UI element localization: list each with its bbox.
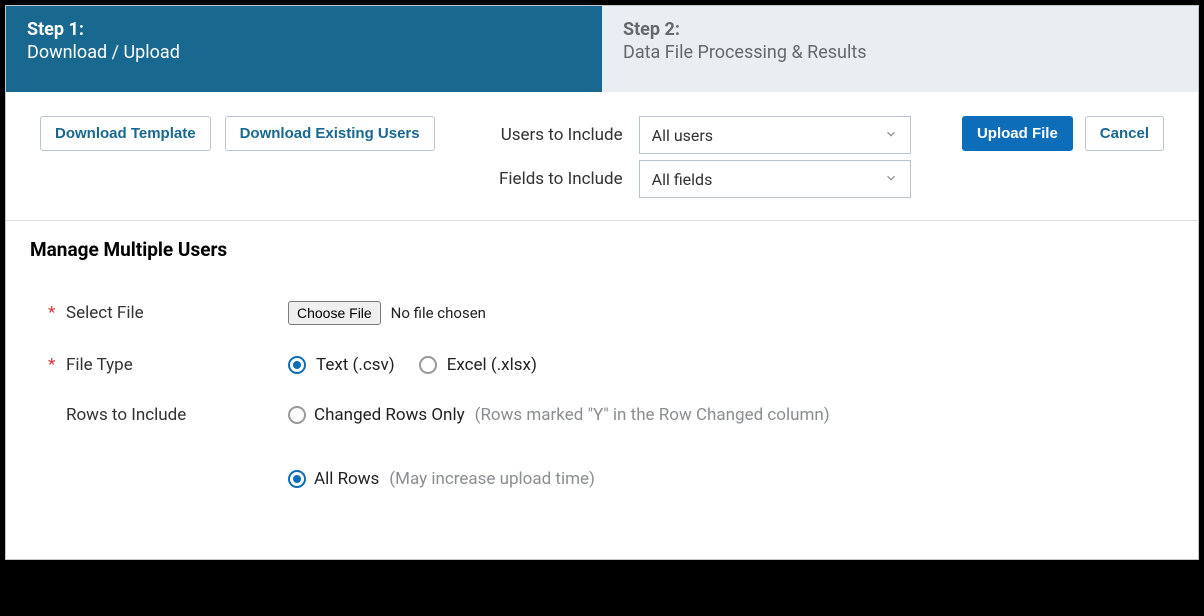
rows-to-include-label-text: Rows to Include	[66, 405, 186, 425]
file-status-text: No file chosen	[391, 304, 486, 322]
upload-file-button[interactable]: Upload File	[962, 116, 1073, 151]
file-input-wrap: Choose File No file chosen	[288, 301, 486, 325]
chevron-down-icon	[884, 170, 898, 189]
rows-to-include-label: Rows to Include	[48, 405, 288, 425]
main-container: Step 1: Download / Upload Step 2: Data F…	[5, 5, 1199, 560]
users-to-include-select[interactable]: All users	[639, 116, 911, 154]
file-type-xlsx-radio[interactable]	[419, 356, 437, 374]
rows-radio-group: Changed Rows Only (Rows marked "Y" in th…	[288, 405, 830, 533]
file-type-csv-radio[interactable]	[288, 356, 306, 374]
users-to-include-label: Users to Include	[483, 125, 623, 145]
section-title: Manage Multiple Users	[6, 221, 1198, 261]
rows-all-hint: (May increase upload time)	[389, 469, 595, 489]
file-type-label-text: File Type	[66, 355, 133, 375]
fields-to-include-row: Fields to Include All fields	[483, 160, 911, 198]
select-file-row: * Select File Choose File No file chosen	[48, 301, 1156, 325]
form: * Select File Choose File No file chosen…	[6, 261, 1198, 543]
chevron-down-icon	[884, 126, 898, 145]
file-type-row: * File Type Text (.csv) Excel (.xlsx)	[48, 355, 1156, 375]
toolbar: Download Template Download Existing User…	[6, 92, 1198, 221]
rows-changed-row: Changed Rows Only (Rows marked "Y" in th…	[288, 405, 830, 425]
choose-file-button[interactable]: Choose File	[288, 301, 381, 325]
cancel-button[interactable]: Cancel	[1085, 116, 1164, 151]
users-to-include-value: All users	[652, 126, 713, 145]
rows-all-label: All Rows	[314, 469, 379, 489]
step-header: Step 1: Download / Upload Step 2: Data F…	[6, 6, 1198, 92]
step-1-subtitle: Download / Upload	[27, 42, 581, 63]
fields-to-include-label: Fields to Include	[483, 169, 623, 189]
fields-to-include-select[interactable]: All fields	[639, 160, 911, 198]
file-type-xlsx-label: Excel (.xlsx)	[447, 355, 537, 375]
required-asterisk: *	[48, 303, 58, 323]
rows-all-radio[interactable]	[288, 470, 306, 488]
file-type-radio-group: Text (.csv) Excel (.xlsx)	[288, 355, 537, 375]
step-1-title: Step 1:	[27, 19, 581, 40]
toolbar-left: Download Template Download Existing User…	[40, 116, 435, 151]
file-type-csv-label: Text (.csv)	[316, 355, 395, 375]
step-2[interactable]: Step 2: Data File Processing & Results	[602, 6, 1198, 92]
download-existing-users-button[interactable]: Download Existing Users	[225, 116, 435, 151]
select-file-label: * Select File	[48, 303, 288, 323]
select-file-label-text: Select File	[66, 303, 144, 323]
step-2-subtitle: Data File Processing & Results	[623, 42, 1177, 63]
download-template-button[interactable]: Download Template	[40, 116, 211, 151]
rows-changed-radio[interactable]	[288, 406, 306, 424]
file-type-label: * File Type	[48, 355, 288, 375]
rows-changed-hint: (Rows marked "Y" in the Row Changed colu…	[475, 405, 830, 425]
step-2-title: Step 2:	[623, 19, 1177, 40]
toolbar-right: Upload File Cancel	[962, 116, 1164, 151]
step-1[interactable]: Step 1: Download / Upload	[6, 6, 602, 92]
rows-all-row: All Rows (May increase upload time)	[288, 469, 830, 489]
toolbar-filters: Users to Include All users Fields to Inc…	[483, 116, 911, 198]
required-asterisk: *	[48, 355, 58, 375]
rows-to-include-row: Rows to Include Changed Rows Only (Rows …	[48, 405, 1156, 533]
fields-to-include-value: All fields	[652, 170, 713, 189]
rows-changed-label: Changed Rows Only	[314, 405, 465, 425]
users-to-include-row: Users to Include All users	[483, 116, 911, 154]
